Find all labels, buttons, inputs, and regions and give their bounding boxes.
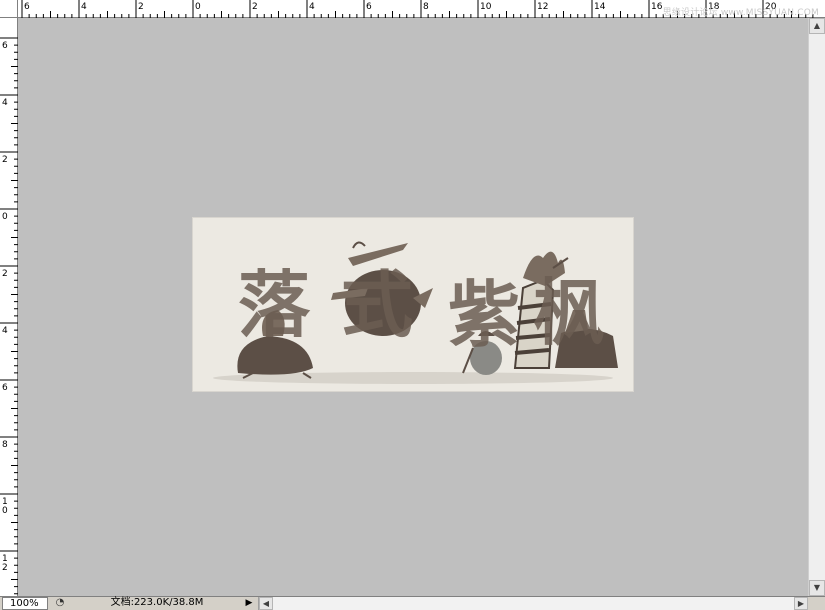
calligraphy-char-4: 枫 bbox=[533, 270, 605, 355]
ruler-tick-label: 2 bbox=[2, 563, 8, 573]
document-canvas-area[interactable]: 落 式 紫 枫 bbox=[18, 18, 808, 596]
calligraphy-char-1: 落 bbox=[238, 262, 311, 347]
artwork-illustration: 落 式 紫 枫 bbox=[193, 218, 633, 391]
ruler-tick-label: 0 bbox=[2, 506, 8, 516]
document-size-info: 文档:223.0K/38.8M bbox=[72, 597, 242, 610]
ruler-tick-label: 4 bbox=[2, 98, 8, 108]
ruler-tick-label: 6 bbox=[24, 2, 30, 12]
navigator-icon[interactable]: ◔ bbox=[52, 597, 68, 610]
scroll-left-arrow-icon[interactable]: ◀ bbox=[259, 597, 273, 610]
ruler-tick-label: 8 bbox=[423, 2, 429, 12]
artwork-image[interactable]: 落 式 紫 枫 bbox=[193, 218, 633, 391]
ruler-tick-label: 2 bbox=[2, 269, 8, 279]
ruler-tick-label: 14 bbox=[594, 2, 606, 12]
ruler-tick-label: 2 bbox=[2, 155, 8, 165]
calligraphy-char-3: 紫 bbox=[448, 272, 520, 357]
ruler-tick-label: 6 bbox=[366, 2, 372, 12]
scroll-up-arrow-icon[interactable]: ▲ bbox=[809, 18, 825, 34]
ruler-tick-label: 0 bbox=[2, 212, 8, 222]
calligraphy-char-2: 式 bbox=[341, 262, 413, 347]
ruler-tick-label: 16 bbox=[651, 2, 663, 12]
vertical-ruler[interactable]: 642024681012 bbox=[0, 18, 18, 596]
ruler-tick-label: 0 bbox=[195, 2, 201, 12]
ruler-origin-corner[interactable] bbox=[0, 0, 18, 18]
ruler-tick-label: 4 bbox=[309, 2, 315, 12]
horizontal-scrollbar[interactable]: ◀ ▶ bbox=[258, 597, 808, 610]
zoom-level-field[interactable]: 100% bbox=[2, 597, 48, 610]
scroll-down-arrow-icon[interactable]: ▼ bbox=[809, 580, 825, 596]
ruler-tick-label: 2 bbox=[138, 2, 144, 12]
vertical-scrollbar[interactable]: ▲ ▼ bbox=[808, 18, 825, 596]
ruler-tick-label: 2 bbox=[252, 2, 258, 12]
ruler-tick-label: 12 bbox=[537, 2, 548, 12]
ruler-tick-label: 10 bbox=[480, 2, 492, 12]
vertical-ruler-ticks: 642024681012 bbox=[0, 18, 18, 596]
status-menu-arrow-icon[interactable]: ▶ bbox=[243, 597, 255, 610]
ruler-tick-label: 6 bbox=[2, 383, 8, 393]
watermark-text: 思缘设计论坛 www.MISSYUAN.COM bbox=[663, 5, 819, 18]
ruler-tick-label: 4 bbox=[81, 2, 87, 12]
ruler-tick-label: 6 bbox=[2, 41, 8, 51]
status-bar: 100% ◔ 文档:223.0K/38.8M ▶ ◀ ▶ bbox=[0, 596, 825, 610]
ruler-tick-label: 4 bbox=[2, 326, 8, 336]
scroll-right-arrow-icon[interactable]: ▶ bbox=[794, 597, 808, 610]
ruler-tick-label: 8 bbox=[2, 440, 8, 450]
